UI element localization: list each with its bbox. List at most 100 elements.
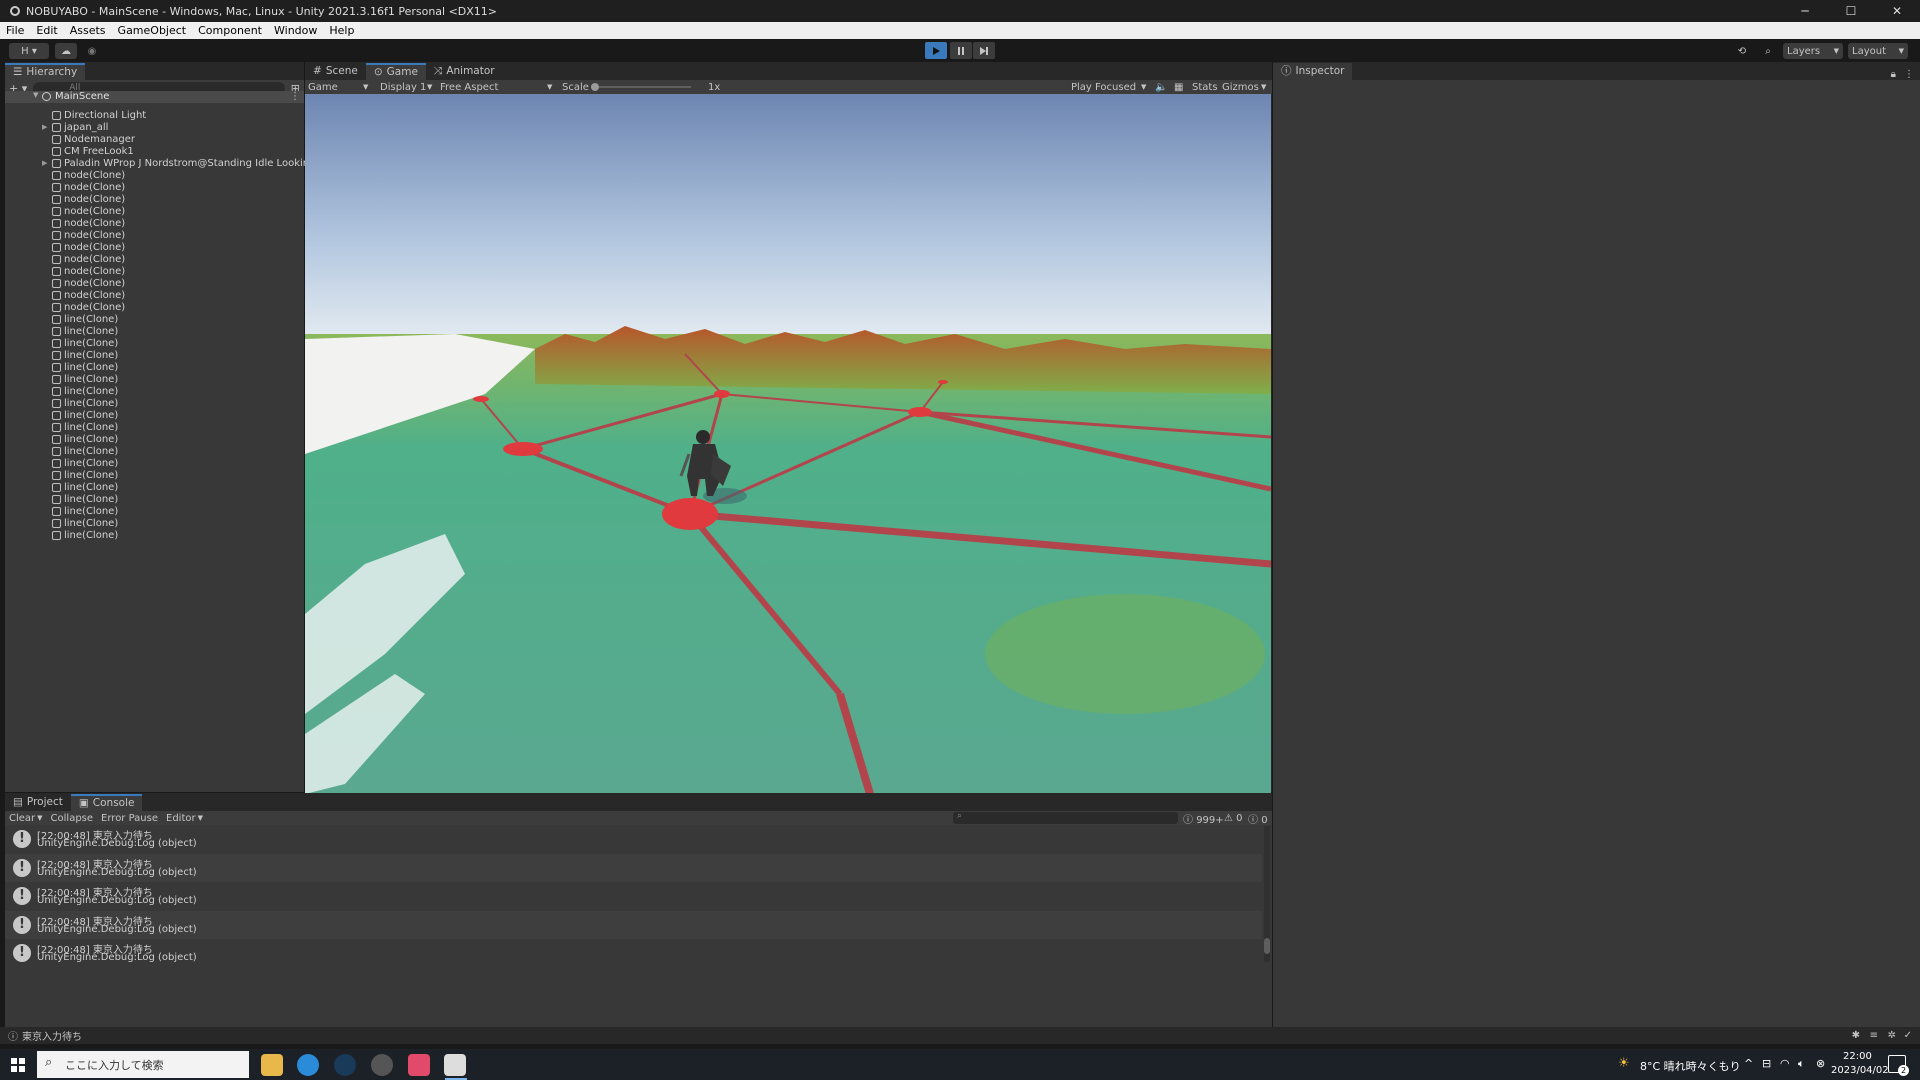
- chevron-down-icon[interactable]: ▼: [37, 814, 42, 822]
- log-count-badge[interactable]: ⓘ 999+: [1183, 811, 1224, 826]
- hierarchy-item[interactable]: line(Clone): [42, 313, 118, 325]
- notification-center-icon[interactable]: 2: [1888, 1055, 1909, 1076]
- hierarchy-item[interactable]: line(Clone): [42, 433, 118, 445]
- console-log-entry[interactable]: ! [22:00:48] 東京入力待ち UnityEngine.Debug:Log …: [5, 853, 1262, 882]
- hierarchy-item[interactable]: node(Clone): [42, 277, 125, 289]
- clock-date[interactable]: 2023/04/02: [1831, 1065, 1889, 1076]
- tab-animator[interactable]: ⤨ Animator: [426, 63, 503, 80]
- search-icon[interactable]: ⌕: [1758, 43, 1778, 59]
- volume-icon[interactable]: 🔈︎: [1798, 1057, 1805, 1071]
- collab-icon[interactable]: ◉: [82, 43, 102, 59]
- pause-button[interactable]: [950, 42, 972, 59]
- windows-start-icon[interactable]: [11, 1058, 25, 1072]
- status-message[interactable]: 東京入力待ち: [22, 1028, 82, 1043]
- network-icon[interactable]: ✲: [1888, 1030, 1896, 1041]
- hierarchy-item[interactable]: ▶ Paladin WProp J Nordstrom@Standing Idle…: [42, 157, 347, 169]
- menu-file[interactable]: File: [0, 24, 30, 37]
- gizmos-dropdown[interactable]: Gizmos: [1222, 82, 1259, 93]
- hierarchy-item[interactable]: line(Clone): [42, 517, 118, 529]
- hierarchy-item[interactable]: Directional Light: [42, 109, 146, 121]
- tray-icon[interactable]: ⊟: [1762, 1057, 1771, 1070]
- hierarchy-item[interactable]: line(Clone): [42, 373, 118, 385]
- hierarchy-item[interactable]: line(Clone): [42, 529, 118, 541]
- stats-button[interactable]: Stats: [1192, 82, 1218, 93]
- hierarchy-item[interactable]: line(Clone): [42, 457, 118, 469]
- layers-dropdown[interactable]: Layers ▼: [1783, 43, 1843, 59]
- hierarchy-item[interactable]: line(Clone): [42, 337, 118, 349]
- hierarchy-item[interactable]: Nodemanager: [42, 133, 135, 145]
- scale-slider-track[interactable]: [591, 86, 691, 88]
- game-viewport[interactable]: [305, 94, 1271, 794]
- error-pause-button[interactable]: Error Pause: [101, 813, 158, 824]
- kebab-menu-icon[interactable]: ⋮: [290, 91, 300, 102]
- warning-count-badge[interactable]: ⚠ 0: [1224, 813, 1243, 824]
- hierarchy-item[interactable]: node(Clone): [42, 241, 125, 253]
- layout-dropdown[interactable]: Layout ▼: [1848, 43, 1908, 59]
- hierarchy-item[interactable]: line(Clone): [42, 421, 118, 433]
- menu-assets[interactable]: Assets: [64, 24, 112, 37]
- mute-audio-icon[interactable]: 🔈: [1155, 82, 1167, 93]
- tab-game[interactable]: ⊙ Game: [365, 63, 426, 80]
- taskbar-search-box[interactable]: ⌕ ここに入力して検索: [37, 1051, 249, 1078]
- hierarchy-item[interactable]: node(Clone): [42, 193, 125, 205]
- check-icon[interactable]: ✓: [1904, 1030, 1912, 1041]
- hierarchy-item[interactable]: line(Clone): [42, 469, 118, 481]
- history-icon[interactable]: ⟲: [1732, 43, 1752, 59]
- console-log-entry[interactable]: ! [22:00:48] 東京入力待ち UnityEngine.Debug:Log …: [5, 939, 1262, 967]
- hierarchy-item[interactable]: node(Clone): [42, 289, 125, 301]
- menu-help[interactable]: Help: [323, 24, 360, 37]
- hierarchy-item[interactable]: ▶ japan_all: [42, 121, 108, 133]
- tab-inspector[interactable]: ⓘ Inspector: [1273, 63, 1353, 80]
- steam-icon[interactable]: [334, 1054, 356, 1076]
- menu-window[interactable]: Window: [268, 24, 323, 37]
- hierarchy-item[interactable]: node(Clone): [42, 169, 125, 181]
- maximize-button[interactable]: ☐: [1828, 0, 1874, 22]
- ime-icon[interactable]: ⊗: [1816, 1057, 1825, 1070]
- console-log-entry[interactable]: ! [22:00:48] 東京入力待ち UnityEngine.Debug:Log …: [5, 882, 1262, 910]
- expand-icon[interactable]: ▼: [33, 91, 38, 99]
- hierarchy-item[interactable]: line(Clone): [42, 409, 118, 421]
- step-button[interactable]: [973, 42, 995, 59]
- hierarchy-item[interactable]: node(Clone): [42, 181, 125, 193]
- hierarchy-item[interactable]: node(Clone): [42, 253, 125, 265]
- hierarchy-item[interactable]: CM FreeLook1: [42, 145, 134, 157]
- edge-browser-icon[interactable]: [297, 1054, 319, 1076]
- scale-slider-handle[interactable]: [591, 83, 599, 91]
- game-mode-dropdown[interactable]: Game: [308, 82, 338, 93]
- file-explorer-icon[interactable]: [261, 1054, 283, 1076]
- editor-dropdown[interactable]: Editor: [166, 813, 196, 824]
- hierarchy-item[interactable]: node(Clone): [42, 217, 125, 229]
- minimize-button[interactable]: ─: [1782, 0, 1828, 22]
- hierarchy-item[interactable]: node(Clone): [42, 265, 125, 277]
- cloud-icon[interactable]: ☁: [55, 43, 77, 59]
- expand-icon[interactable]: ▶: [42, 123, 52, 131]
- database-icon[interactable]: ≡: [1870, 1030, 1878, 1041]
- hierarchy-item[interactable]: node(Clone): [42, 301, 125, 313]
- aspect-dropdown[interactable]: Free Aspect: [440, 82, 498, 93]
- menu-component[interactable]: Component: [192, 24, 268, 37]
- weather-text[interactable]: 8°C 晴れ時々くもり: [1640, 1058, 1741, 1074]
- menu-edit[interactable]: Edit: [30, 24, 63, 37]
- clock-time[interactable]: 22:00: [1843, 1051, 1872, 1062]
- clear-button[interactable]: Clear: [9, 813, 35, 824]
- play-button[interactable]: [925, 42, 947, 59]
- expand-icon[interactable]: ▶: [42, 159, 52, 167]
- display-dropdown[interactable]: Display 1: [380, 82, 426, 93]
- keyboard-icon[interactable]: ▦: [1174, 82, 1183, 93]
- unity-hub-icon[interactable]: [444, 1054, 466, 1076]
- console-search-input[interactable]: ⌕: [953, 811, 1178, 824]
- menu-gameobject[interactable]: GameObject: [112, 24, 193, 37]
- app-icon[interactable]: [371, 1054, 393, 1076]
- error-count-badge[interactable]: ⓘ 0: [1248, 811, 1268, 826]
- hierarchy-item[interactable]: line(Clone): [42, 349, 118, 361]
- hierarchy-item[interactable]: line(Clone): [42, 325, 118, 337]
- play-focused-dropdown[interactable]: Play Focused: [1071, 82, 1136, 93]
- collapse-button[interactable]: Collapse: [51, 813, 94, 824]
- tab-console[interactable]: ▣ Console: [70, 794, 143, 811]
- hierarchy-item[interactable]: line(Clone): [42, 361, 118, 373]
- scrollbar-thumb[interactable]: [1264, 938, 1270, 954]
- tab-project[interactable]: ▤ Project: [5, 794, 71, 811]
- hierarchy-item[interactable]: line(Clone): [42, 493, 118, 505]
- chevron-up-icon[interactable]: ^: [1744, 1057, 1753, 1070]
- hierarchy-item[interactable]: line(Clone): [42, 481, 118, 493]
